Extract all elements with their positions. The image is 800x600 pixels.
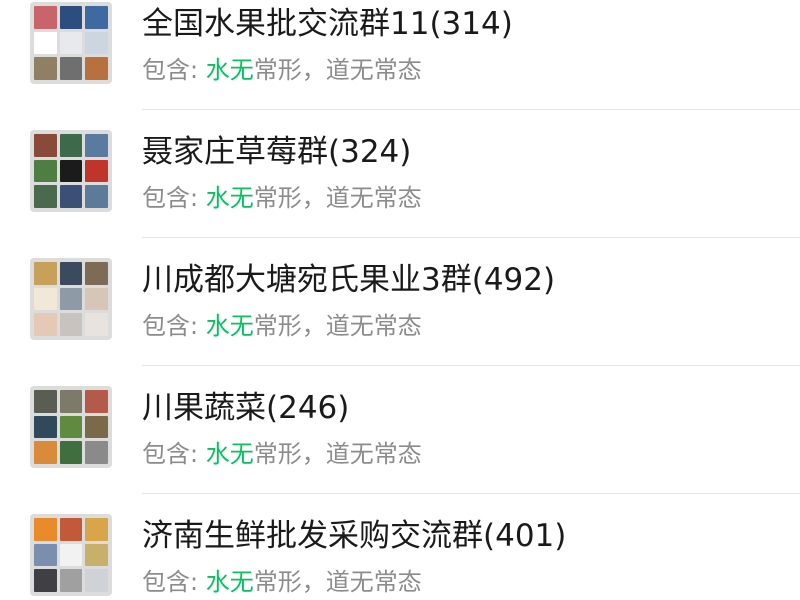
member-photo-tile (59, 543, 83, 567)
member-photo-tile (85, 159, 108, 183)
member-photo-tile (34, 262, 57, 285)
contains-label: 包含: (142, 312, 206, 340)
member-photo-tile (85, 57, 108, 80)
member-photo-tile (85, 134, 108, 157)
member-photo-tile (59, 441, 83, 464)
group-avatar (30, 386, 112, 468)
member-photo-tile (85, 6, 108, 29)
group-name: 全国水果批交流群11(314) (142, 6, 513, 42)
group-avatar (30, 2, 112, 84)
group-match-snippet: 包含: 水无常形，道无常态 (142, 438, 422, 470)
member-photo-tile (34, 57, 57, 80)
highlighted-match: 水无 (205, 440, 254, 468)
member-photo-tile (59, 6, 83, 29)
contains-label: 包含: (142, 440, 206, 468)
group-result-item[interactable]: 聂家庄草莓群(324) 包含: 水无常形，道无常态 (0, 110, 800, 238)
member-photo-tile (34, 185, 57, 208)
member-photo-tile (85, 390, 108, 413)
member-photo-tile (34, 159, 57, 183)
group-match-snippet: 包含: 水无常形，道无常态 (142, 310, 422, 342)
highlighted-match: 水无 (205, 568, 254, 596)
member-photo-tile (85, 262, 108, 285)
snippet-rest: 常形，道无常态 (253, 568, 422, 596)
group-result-item[interactable]: 济南生鲜批发采购交流群(401) 包含: 水无常形，道无常态 (0, 494, 800, 600)
group-result-item[interactable]: 川果蔬菜(246) 包含: 水无常形，道无常态 (0, 366, 800, 494)
member-photo-tile (85, 569, 108, 592)
member-photo-tile (34, 390, 57, 413)
group-name: 聂家庄草莓群(324) (142, 134, 412, 170)
group-avatar (30, 258, 112, 340)
member-photo-tile (34, 441, 57, 464)
member-photo-tile (85, 415, 108, 439)
highlighted-match: 水无 (205, 56, 254, 84)
member-photo-tile (59, 518, 83, 541)
contains-label: 包含: (142, 184, 206, 212)
member-photo-tile (59, 390, 83, 413)
member-photo-tile (85, 31, 108, 55)
member-photo-tile (34, 31, 57, 55)
group-result-item[interactable]: 全国水果批交流群11(314) 包含: 水无常形，道无常态 (0, 0, 800, 110)
snippet-rest: 常形，道无常态 (253, 312, 422, 340)
member-photo-tile (34, 415, 57, 439)
member-photo-tile (59, 57, 83, 80)
group-name: 川果蔬菜(246) (142, 390, 350, 426)
group-result-item[interactable]: 川成都大塘宛氏果业3群(492) 包含: 水无常形，道无常态 (0, 238, 800, 366)
member-photo-tile (59, 415, 83, 439)
member-photo-tile (34, 313, 57, 336)
group-match-snippet: 包含: 水无常形，道无常态 (142, 54, 422, 86)
snippet-rest: 常形，道无常态 (253, 184, 422, 212)
search-results-list: 全国水果批交流群11(314) 包含: 水无常形，道无常态 聂家庄草莓群(324… (0, 0, 800, 600)
group-name: 济南生鲜批发采购交流群(401) (142, 518, 567, 554)
member-photo-tile (59, 159, 83, 183)
member-photo-tile (85, 543, 108, 567)
member-photo-tile (34, 6, 57, 29)
member-photo-tile (34, 569, 57, 592)
member-photo-tile (85, 185, 108, 208)
member-photo-tile (59, 134, 83, 157)
group-name: 川成都大塘宛氏果业3群(492) (142, 262, 556, 298)
member-photo-tile (85, 518, 108, 541)
member-photo-tile (59, 569, 83, 592)
member-photo-tile (59, 262, 83, 285)
member-photo-tile (59, 185, 83, 208)
contains-label: 包含: (142, 568, 206, 596)
highlighted-match: 水无 (205, 184, 254, 212)
member-photo-tile (59, 313, 83, 336)
member-photo-tile (85, 313, 108, 336)
group-avatar (30, 130, 112, 212)
member-photo-tile (85, 287, 108, 311)
member-photo-tile (34, 287, 57, 311)
group-match-snippet: 包含: 水无常形，道无常态 (142, 182, 422, 214)
snippet-rest: 常形，道无常态 (253, 56, 422, 84)
member-photo-tile (34, 134, 57, 157)
highlighted-match: 水无 (205, 312, 254, 340)
snippet-rest: 常形，道无常态 (253, 440, 422, 468)
member-photo-tile (34, 543, 57, 567)
member-photo-tile (85, 441, 108, 464)
group-match-snippet: 包含: 水无常形，道无常态 (142, 566, 422, 598)
member-photo-tile (59, 31, 83, 55)
group-avatar (30, 514, 112, 596)
contains-label: 包含: (142, 56, 206, 84)
member-photo-tile (34, 518, 57, 541)
member-photo-tile (59, 287, 83, 311)
